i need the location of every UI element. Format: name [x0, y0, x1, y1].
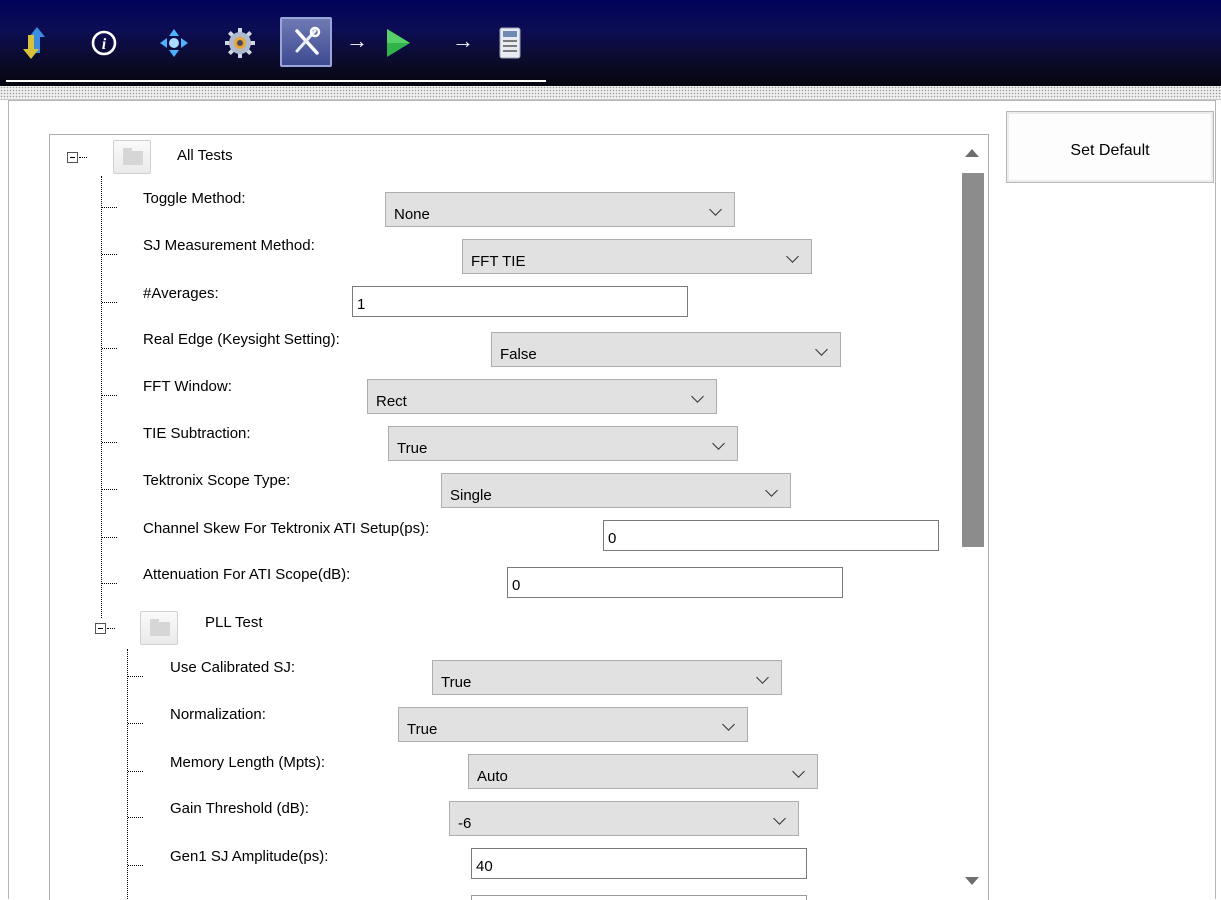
channel-skew-input[interactable]: 0 [603, 520, 939, 551]
tree-line [102, 207, 117, 208]
use-calibrated-sj-label: Use Calibrated SJ: [170, 659, 296, 676]
normalization-label: Normalization: [170, 706, 266, 723]
tools-icon[interactable] [280, 17, 332, 67]
chevron-down-icon [722, 718, 735, 731]
memory-length-dropdown[interactable]: Auto [468, 754, 818, 789]
gen1-sj-amplitude-label: Gen1 SJ Amplitude(ps): [170, 848, 329, 865]
channel-skew-label: Channel Skew For Tektronix ATI Setup(ps)… [143, 520, 430, 537]
toggle-method-label: Toggle Method: [143, 190, 246, 207]
real-edge-value: False [500, 346, 537, 363]
chevron-down-icon [786, 250, 799, 263]
chevron-down-icon [773, 812, 786, 825]
chevron-down-icon [815, 343, 828, 356]
connection-icon[interactable] [154, 20, 194, 66]
averages-label: #Averages: [143, 285, 219, 302]
fft-window-dropdown[interactable]: Rect [367, 379, 717, 414]
set-default-button[interactable]: Set Default [1006, 111, 1214, 183]
tree-line [102, 302, 117, 303]
fft-window-value: Rect [376, 393, 407, 410]
sj-measurement-method-value: FFT TIE [471, 253, 526, 270]
sj-measurement-method-label: SJ Measurement Method: [143, 237, 315, 254]
tree-line [102, 537, 117, 538]
tree-line [107, 628, 115, 629]
tree-line [128, 865, 143, 866]
chevron-down-icon [712, 437, 725, 450]
real-edge-label: Real Edge (Keysight Setting): [143, 331, 340, 348]
gen1-sj-amplitude-input[interactable]: 40 [471, 848, 807, 879]
node-title-all-tests: All Tests [177, 147, 233, 164]
splitter-bar[interactable] [0, 86, 1221, 100]
use-calibrated-sj-value: True [441, 674, 472, 691]
tree-line [127, 649, 128, 900]
flow-arrow-icon: → [452, 28, 474, 53]
averages-input[interactable]: 1 [352, 286, 688, 317]
attenuation-input[interactable]: 0 [507, 567, 843, 598]
fft-window-label: FFT Window: [143, 378, 232, 395]
attenuation-label: Attenuation For ATI Scope(dB): [143, 566, 351, 583]
gain-threshold-label: Gain Threshold (dB): [170, 800, 309, 817]
scroll-down-icon[interactable] [965, 877, 979, 885]
settings-tree: All Tests Toggle Method: None SJ Measure… [49, 134, 989, 900]
tie-subtraction-label: TIE Subtraction: [143, 425, 251, 442]
use-calibrated-sj-dropdown[interactable]: True [432, 660, 782, 695]
tree-line [102, 254, 117, 255]
folder-icon [140, 611, 178, 645]
chevron-down-icon [691, 390, 704, 403]
gear-icon[interactable] [220, 20, 260, 66]
settings-panel: Set Default All Tests Toggle Method: Non… [8, 100, 1216, 900]
chevron-down-icon [792, 765, 805, 778]
tektronix-scope-type-dropdown[interactable]: Single [441, 473, 791, 508]
tree-line [128, 723, 143, 724]
node-title-pll-test: PLL Test [205, 614, 263, 631]
tektronix-scope-type-value: Single [450, 487, 492, 504]
vertical-scrollbar[interactable] [954, 135, 988, 900]
info-icon[interactable]: i [84, 20, 124, 66]
chevron-down-icon [709, 203, 722, 216]
scrollbar-thumb[interactable] [962, 173, 984, 547]
main-toolbar: i → → [0, 0, 1221, 86]
tree-line [101, 176, 102, 618]
sj-measurement-method-dropdown[interactable]: FFT TIE [462, 239, 812, 274]
next-row-input[interactable] [471, 895, 807, 900]
scroll-up-icon[interactable] [965, 149, 979, 157]
tree-line [102, 583, 117, 584]
memory-length-label: Memory Length (Mpts): [170, 754, 326, 771]
collapse-toggle[interactable] [95, 623, 106, 634]
tree-line [79, 157, 87, 158]
folder-icon [113, 140, 151, 174]
toolbar-underline [6, 80, 546, 82]
tie-subtraction-value: True [397, 440, 428, 457]
svg-text:i: i [102, 36, 107, 53]
toggle-method-value: None [394, 206, 430, 223]
run-icon[interactable] [378, 20, 418, 66]
gain-threshold-dropdown[interactable]: -6 [449, 801, 799, 836]
tektronix-scope-type-label: Tektronix Scope Type: [143, 472, 291, 489]
flow-arrow-icon: → [346, 28, 368, 53]
tree-line [102, 348, 117, 349]
tree-line [128, 771, 143, 772]
chevron-down-icon [756, 671, 769, 684]
tie-subtraction-dropdown[interactable]: True [388, 426, 738, 461]
toggle-method-dropdown[interactable]: None [385, 192, 735, 227]
tree-line [102, 395, 117, 396]
tree-line [102, 489, 117, 490]
chevron-down-icon [765, 484, 778, 497]
real-edge-dropdown[interactable]: False [491, 332, 841, 367]
transfer-arrows-icon[interactable] [14, 20, 54, 66]
collapse-toggle[interactable] [67, 152, 78, 163]
normalization-dropdown[interactable]: True [398, 707, 748, 742]
memory-length-value: Auto [477, 768, 508, 785]
report-icon[interactable] [490, 20, 530, 66]
gain-threshold-value: -6 [458, 815, 472, 832]
tree-line [128, 817, 143, 818]
tree-line [102, 442, 117, 443]
tree-line [128, 676, 143, 677]
normalization-value: True [407, 721, 438, 738]
